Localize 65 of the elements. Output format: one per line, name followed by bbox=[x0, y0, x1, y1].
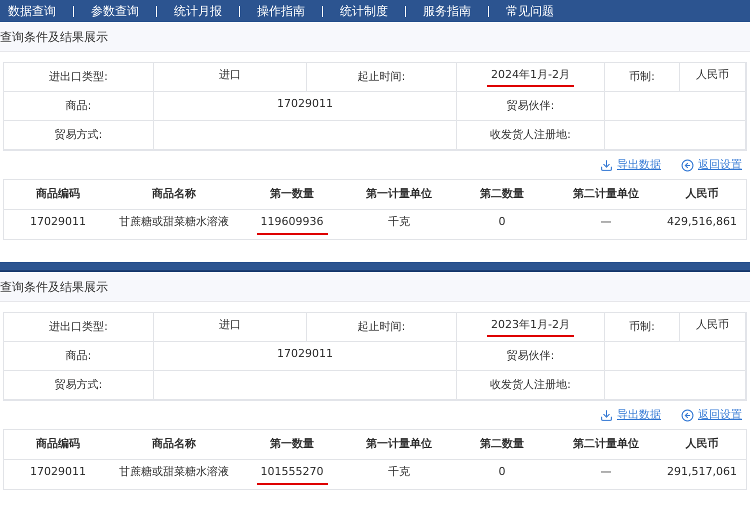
back-link[interactable]: 返回设置 bbox=[681, 156, 742, 174]
column-header: 第二计量单位 bbox=[573, 186, 639, 202]
nav-link[interactable]: 统计制度 bbox=[340, 2, 388, 20]
field-label: 币制: bbox=[629, 318, 655, 335]
section-title: 查询条件及结果展示 bbox=[0, 28, 108, 46]
nav-link[interactable]: 统计月报 bbox=[174, 2, 222, 20]
column-header: 人民币 bbox=[686, 436, 718, 452]
field-value: 进口 bbox=[218, 66, 242, 83]
section-title: 查询条件及结果展示 bbox=[0, 278, 108, 296]
table-cell-text: 甘蔗糖或甜菜糖水溶液 bbox=[118, 214, 230, 230]
field-value: 17029011 bbox=[276, 346, 334, 362]
table-cell-text: — bbox=[600, 214, 612, 230]
table-cell-text: — bbox=[600, 464, 612, 480]
column-header: 商品名称 bbox=[152, 436, 196, 452]
column-header: 第一计量单位 bbox=[366, 186, 432, 202]
table-cell-text: 17029011 bbox=[29, 464, 87, 480]
field-label: 贸易方式: bbox=[54, 376, 102, 393]
field-label: 起止时间: bbox=[358, 318, 406, 335]
column-header: 第二数量 bbox=[480, 436, 524, 452]
table-cell-text: 429,516,861 bbox=[666, 214, 738, 230]
table-cell-text: 291,517,061 bbox=[666, 464, 738, 480]
nav-link[interactable]: 服务指南 bbox=[423, 2, 471, 20]
back-link[interactable]: 返回设置 bbox=[681, 406, 742, 424]
field-label: 收发货人注册地: bbox=[490, 376, 571, 393]
table-cell-text: 千克 bbox=[387, 464, 411, 480]
nav-link[interactable]: 数据查询 bbox=[8, 2, 56, 20]
field-value: 进口 bbox=[218, 316, 242, 333]
table-cell-text: 17029011 bbox=[29, 214, 87, 230]
column-header: 人民币 bbox=[686, 186, 718, 202]
export-link[interactable]: 导出数据 bbox=[600, 156, 661, 174]
column-header: 商品名称 bbox=[152, 186, 196, 202]
column-header: 第一数量 bbox=[270, 436, 314, 452]
nav-link[interactable]: 操作指南 bbox=[257, 2, 305, 20]
nav-link[interactable]: 参数查询 bbox=[91, 2, 139, 20]
field-value: 人民币 bbox=[695, 66, 730, 83]
column-header: 商品编码 bbox=[36, 436, 80, 452]
field-label: 贸易伙伴: bbox=[506, 348, 554, 364]
table-cell: 101555270 bbox=[256, 464, 328, 485]
field-label: 进出口类型: bbox=[49, 68, 108, 85]
export-link[interactable]: 导出数据 bbox=[600, 406, 661, 424]
column-header: 第二计量单位 bbox=[573, 436, 639, 452]
field-label: 贸易伙伴: bbox=[506, 98, 554, 114]
field-label: 商品: bbox=[66, 348, 92, 364]
field-label: 收发货人注册地: bbox=[490, 126, 571, 143]
field-label: 币制: bbox=[629, 68, 655, 85]
column-header: 第二数量 bbox=[480, 186, 524, 202]
download-icon bbox=[600, 408, 613, 422]
field-label: 进出口类型: bbox=[49, 318, 108, 335]
field-value: 17029011 bbox=[276, 96, 334, 112]
table-cell: 119609936 bbox=[256, 214, 328, 235]
download-icon bbox=[600, 158, 613, 172]
field-value: 人民币 bbox=[695, 316, 730, 333]
table-cell-text: 0 bbox=[498, 464, 506, 480]
field-label: 商品: bbox=[66, 98, 92, 114]
field-label: 贸易方式: bbox=[54, 126, 102, 143]
table-cell-text: 0 bbox=[498, 214, 506, 230]
column-header: 商品编码 bbox=[36, 186, 80, 202]
field-label: 起止时间: bbox=[358, 68, 406, 85]
column-header: 第一计量单位 bbox=[366, 436, 432, 452]
column-header: 第一数量 bbox=[270, 186, 314, 202]
table-cell-text: 甘蔗糖或甜菜糖水溶液 bbox=[118, 464, 230, 480]
nav-link[interactable]: 常见问题 bbox=[506, 2, 554, 20]
table-cell-text: 千克 bbox=[387, 214, 411, 230]
field-value: 2024年1月-2月 bbox=[487, 66, 574, 88]
field-value: 2023年1月-2月 bbox=[487, 316, 574, 338]
